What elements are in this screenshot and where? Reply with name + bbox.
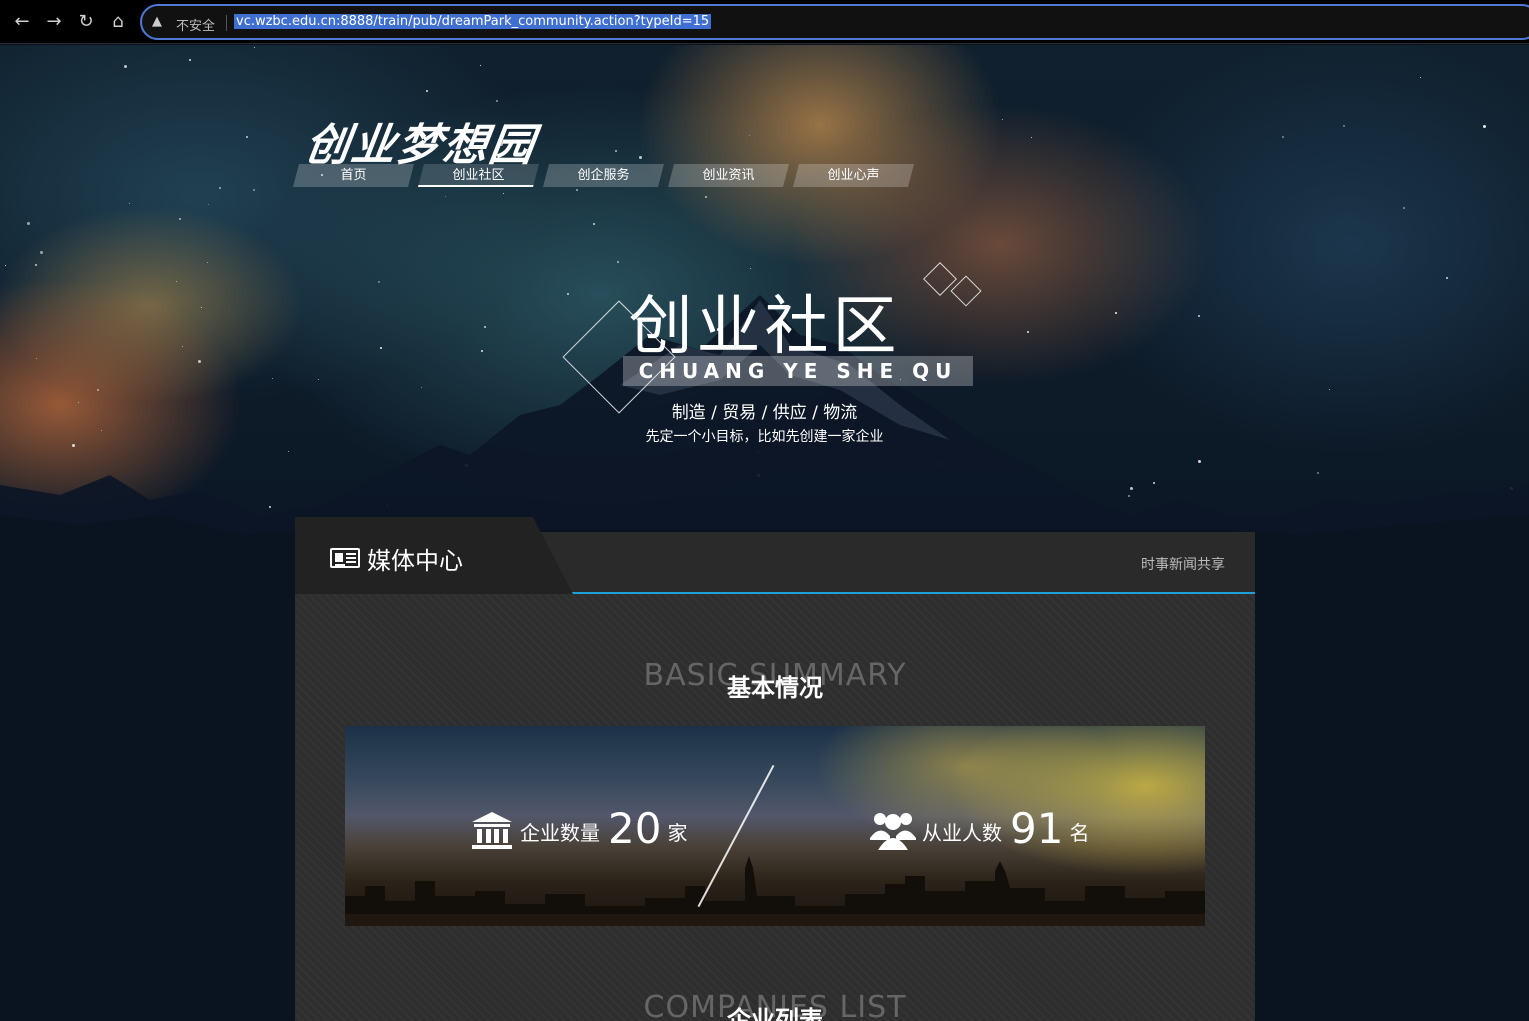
page-background: 创业梦想园 首页 创业社区 创企服务 创业资讯 创业心声 创业社区 CHUANG… xyxy=(0,45,1529,1021)
main-navigation: 首页 创业社区 创企服务 创业资讯 创业心声 xyxy=(293,164,914,187)
media-center-panel: 媒体中心 时事新闻共享 BASIC SUMMARY 基本情况 企业数量 20 家… xyxy=(295,517,1255,1021)
stat-unit: 家 xyxy=(667,821,688,845)
stat-unit: 名 xyxy=(1069,821,1090,845)
section-title: 基本情况 xyxy=(727,674,823,702)
home-icon[interactable]: ⌂ xyxy=(106,10,130,34)
nav-voices[interactable]: 创业心声 xyxy=(793,164,914,187)
nav-home[interactable]: 首页 xyxy=(293,164,414,187)
section-title: 企业列表 xyxy=(727,1006,823,1021)
stat-label: 从业人数 xyxy=(922,821,1002,845)
nav-community[interactable]: 创业社区 xyxy=(418,164,539,187)
stats-banner: 企业数量 20 家 从业人数 91 名 xyxy=(345,726,1205,926)
hero-subtitle: 制造 / 贸易 / 供应 / 物流 xyxy=(671,403,858,423)
browser-toolbar: ← → ↻ ⌂ ▲ 不安全 vc.wzbc.edu.cn:8888/train/… xyxy=(0,0,1529,44)
forward-icon[interactable]: → xyxy=(42,10,66,34)
panel-title: 媒体中心 xyxy=(367,547,463,575)
nav-services[interactable]: 创企服务 xyxy=(543,164,664,187)
stat-value: 91 xyxy=(1010,804,1064,853)
nav-news[interactable]: 创业资讯 xyxy=(668,164,789,187)
panel-header: 媒体中心 时事新闻共享 xyxy=(295,517,1255,594)
stat-employees: 从业人数 91 名 xyxy=(870,808,1089,850)
stat-value: 20 xyxy=(608,804,662,853)
url-text[interactable]: vc.wzbc.edu.cn:8888/train/pub/dreamPark_… xyxy=(234,14,712,29)
security-label[interactable]: 不安全 xyxy=(176,15,215,34)
newspaper-icon xyxy=(330,548,360,568)
back-icon[interactable]: ← xyxy=(10,10,34,34)
hero-title: 创业社区 xyxy=(628,290,901,364)
divider xyxy=(226,15,227,31)
address-bar[interactable]: ▲ 不安全 vc.wzbc.edu.cn:8888/train/pub/drea… xyxy=(140,4,1529,40)
stat-companies: 企业数量 20 家 xyxy=(470,808,687,850)
hero-pinyin: CHUANG YE SHE QU xyxy=(623,356,973,386)
users-icon xyxy=(870,813,916,850)
panel-right-link[interactable]: 时事新闻共享 xyxy=(1141,554,1225,574)
bank-icon xyxy=(472,812,512,849)
reload-icon[interactable]: ↻ xyxy=(74,10,98,34)
hero-tagline: 先定一个小目标，比如先创建一家企业 xyxy=(645,429,884,445)
stat-label: 企业数量 xyxy=(520,821,600,845)
warning-icon[interactable]: ▲ xyxy=(152,14,162,29)
city-skyline xyxy=(345,856,1205,926)
panel-tab[interactable]: 媒体中心 xyxy=(295,517,573,594)
